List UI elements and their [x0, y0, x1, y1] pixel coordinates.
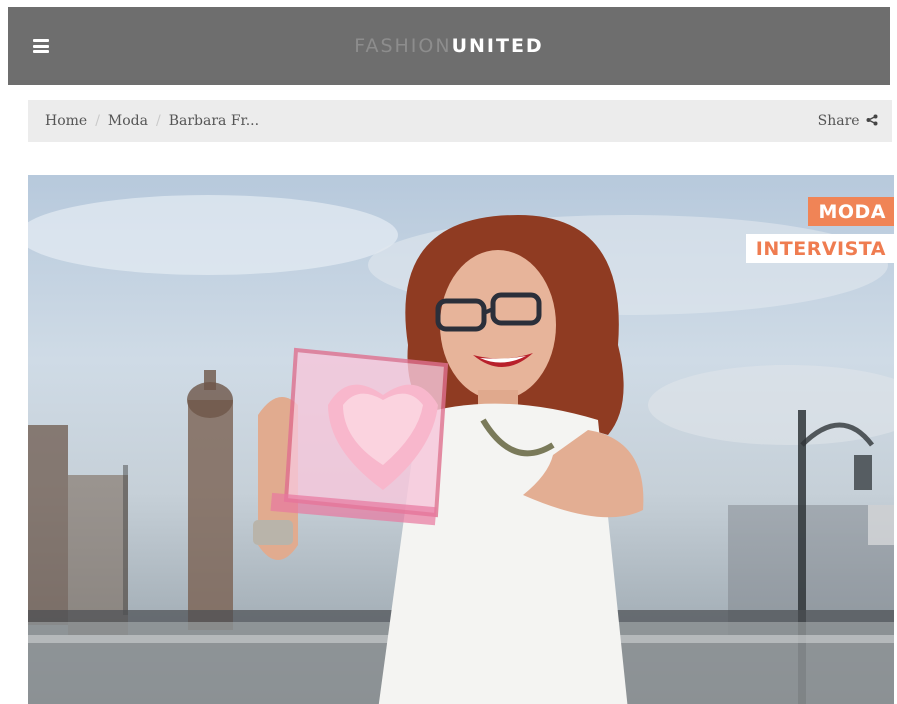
logo-bold-text: UNITED [451, 35, 544, 57]
breadcrumb-separator: / [156, 113, 161, 129]
breadcrumb-current: Barbara Fr... [168, 113, 260, 129]
tag-intervista[interactable]: INTERVISTA [745, 234, 894, 263]
breadcrumb-home[interactable]: Home [45, 113, 87, 129]
breadcrumb-moda[interactable]: Moda [108, 113, 148, 129]
share-button[interactable]: Share [818, 113, 878, 129]
share-icon [866, 114, 878, 126]
site-logo[interactable]: FASHIONUNITED [8, 35, 890, 57]
top-header: FASHIONUNITED [8, 7, 890, 85]
tag-moda[interactable]: MODA [808, 197, 894, 226]
breadcrumb-separator: / [95, 113, 100, 129]
logo-light-text: FASHION [354, 35, 452, 57]
hero-image[interactable]: MODA INTERVISTA [28, 175, 894, 704]
breadcrumb: Home / Moda / Barbara Fr... Share [28, 100, 892, 142]
share-label: Share [817, 113, 860, 129]
